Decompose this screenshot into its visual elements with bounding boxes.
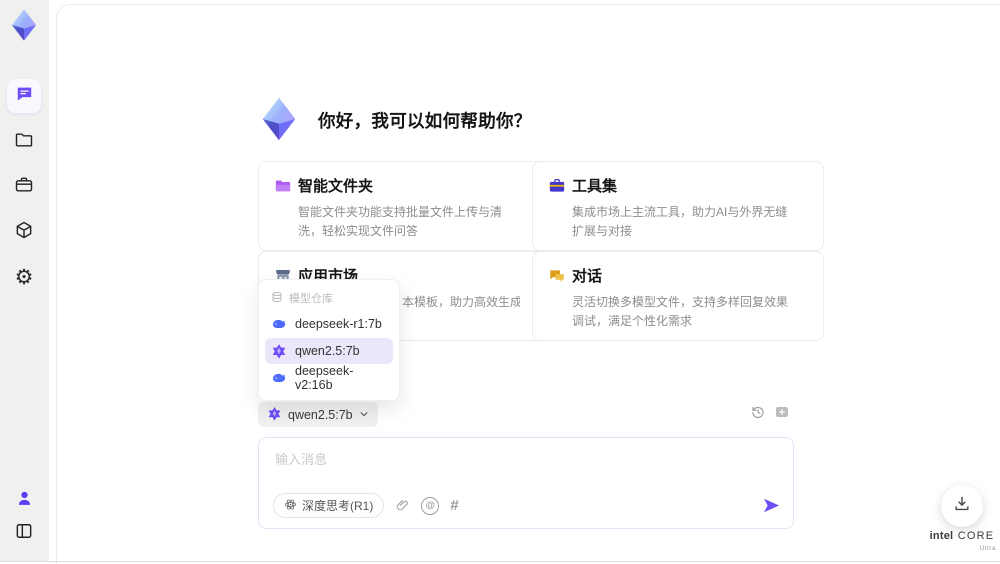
- sidebar-item-toolbox[interactable]: [13, 176, 35, 198]
- atom-icon: [284, 498, 297, 514]
- dropdown-item-label: deepseek-r1:7b: [295, 317, 382, 331]
- sidebar-item-chat[interactable]: [7, 79, 41, 113]
- prompt-hash-icon[interactable]: #: [450, 498, 458, 513]
- card-smart-folder[interactable]: 智能文件夹 智能文件夹功能支持批量文件上传与清洗，轻松实现文件问答: [258, 161, 550, 251]
- model-source-icon: [271, 291, 283, 306]
- intel-core-badge: intel core Ultra: [922, 526, 1000, 552]
- app-logo-icon: [7, 8, 41, 42]
- dropdown-item-deepseek-v2[interactable]: deepseek-v2:16b: [265, 364, 393, 392]
- model-dropdown-header-label: 模型仓库: [289, 293, 333, 305]
- card-description: 灵活切换多模型文件，支持多样回复效果调试，满足个性化需求: [572, 295, 789, 328]
- chevron-down-icon: [359, 408, 369, 422]
- user-icon: [15, 489, 34, 513]
- window-bottom-edge: [0, 561, 1000, 562]
- model-selector-button[interactable]: qwen2.5:7b: [258, 402, 378, 427]
- history-icon[interactable]: [750, 404, 766, 420]
- card-description: 智能文件夹功能支持批量文件上传与清洗，轻松实现文件问答: [298, 205, 503, 238]
- layout-panel-icon: [14, 521, 34, 546]
- dropdown-item-label: deepseek-v2:16b: [295, 364, 354, 392]
- cube-icon: [14, 220, 34, 245]
- deep-think-label: 深度思考(R1): [302, 499, 374, 513]
- sidebar-item-panel[interactable]: [13, 522, 35, 544]
- qwen-icon: [267, 406, 282, 424]
- card-title: 工具集: [572, 178, 618, 195]
- message-input[interactable]: [273, 447, 777, 485]
- mention-icon[interactable]: @: [421, 496, 440, 515]
- sidebar-item-models[interactable]: [13, 221, 35, 243]
- core-wordmark: core: [957, 530, 995, 542]
- new-chat-icon[interactable]: [774, 404, 790, 420]
- deep-think-toggle[interactable]: 深度思考(R1): [273, 493, 385, 518]
- intel-sub-label: Ultra: [979, 544, 996, 552]
- card-toolset[interactable]: 工具集 集成市场上主流工具，助力AI与外界无缝扩展与对接: [532, 161, 824, 251]
- model-dropdown: 模型仓库 deepseek-r1:7b qwen2.5:7b deepseek-…: [258, 279, 400, 401]
- folder-icon: [274, 177, 292, 195]
- dropdown-item-label: qwen2.5:7b: [295, 344, 360, 358]
- sidebar: ⚙: [0, 0, 49, 561]
- greeting-logo-icon: [256, 96, 302, 142]
- toolbox-icon: [548, 177, 566, 195]
- model-selector-label: qwen2.5:7b: [288, 407, 353, 422]
- dropdown-item-qwen[interactable]: qwen2.5:7b: [265, 338, 393, 364]
- download-icon: [952, 494, 972, 519]
- card-title: 对话: [572, 268, 603, 285]
- model-dropdown-header: 模型仓库: [259, 286, 399, 310]
- sidebar-item-settings[interactable]: ⚙: [13, 266, 35, 288]
- deepseek-icon: [271, 370, 287, 386]
- folder-outline-icon: [14, 130, 34, 155]
- card-dialog[interactable]: 对话 灵活切换多模型文件，支持多样回复效果调试，满足个性化需求: [532, 251, 824, 341]
- chat-icon: [15, 84, 34, 108]
- composer: 深度思考(R1) @ #: [258, 437, 794, 529]
- attachment-icon[interactable]: [395, 498, 410, 513]
- download-button[interactable]: [941, 485, 983, 527]
- sidebar-item-account[interactable]: [13, 490, 35, 512]
- sidebar-item-folders[interactable]: [13, 131, 35, 153]
- intel-wordmark: intel: [929, 530, 954, 542]
- dialog-icon: [548, 267, 566, 285]
- briefcase-outline-icon: [14, 175, 34, 200]
- gear-icon: ⚙: [14, 265, 34, 289]
- greeting-text: 你好，我可以如何帮助你？: [318, 111, 532, 131]
- composer-toolbar: 深度思考(R1) @ #: [273, 493, 781, 518]
- card-title: 智能文件夹: [298, 178, 374, 195]
- dropdown-item-deepseek-r1[interactable]: deepseek-r1:7b: [265, 311, 393, 337]
- deepseek-icon: [271, 316, 287, 332]
- card-description: 集成市场上主流工具，助力AI与外界无缝扩展与对接: [572, 205, 788, 238]
- send-button[interactable]: [762, 496, 781, 515]
- chat-actions: [750, 404, 790, 420]
- qwen-icon: [271, 343, 287, 359]
